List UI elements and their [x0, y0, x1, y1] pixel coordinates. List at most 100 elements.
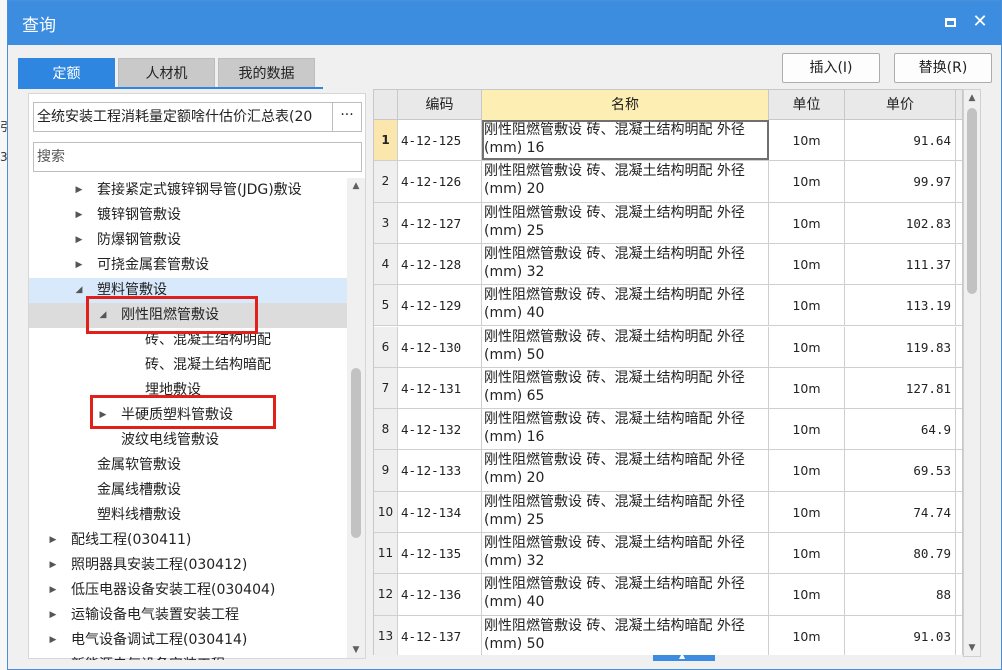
- table-row[interactable]: 1 4-12-125 刚性阻燃管敷设 砖、混凝土结构明配 外径(mm) 16 10m 9…: [374, 120, 962, 162]
- tree-item[interactable]: 金属线槽敷设: [29, 478, 347, 503]
- tab-my-data[interactable]: 我的数据: [218, 58, 315, 88]
- tree-item[interactable]: ▶ 套接紧定式镀锌钢导管(JDG)敷设: [29, 178, 347, 203]
- insert-button[interactable]: 插入(I): [782, 53, 880, 83]
- tree-item[interactable]: ▶ 运输设备电气装置安装工程: [29, 603, 347, 628]
- cell-price: 64.9: [845, 409, 956, 450]
- expand-arrow-icon[interactable]: ▶: [73, 228, 85, 253]
- table-row[interactable]: 11 4-12-135 刚性阻燃管敷设 砖、混凝土结构暗配 外径(mm) 32 10m…: [374, 533, 962, 575]
- library-more-button[interactable]: ···: [332, 102, 362, 132]
- query-dialog: 查询 ✕ 定额 人材机 我的数据 插入(I) 替换(R) 全统安装工程消耗量定额…: [7, 0, 1002, 670]
- table-row[interactable]: 2 4-12-126 刚性阻燃管敷设 砖、混凝土结构明配 外径(mm) 20 10m 9…: [374, 161, 962, 203]
- row-index: 1: [374, 120, 398, 161]
- tree-item-label: 砖、混凝土结构暗配: [145, 357, 271, 373]
- expand-arrow-icon[interactable]: ▶: [73, 203, 85, 228]
- cell-code: 4-12-133: [398, 450, 482, 491]
- tree-item[interactable]: ▶ 低压电器设备安装工程(030404): [29, 578, 347, 603]
- header-code[interactable]: 编码: [398, 90, 482, 120]
- tab-quota[interactable]: 定额: [18, 58, 115, 88]
- scroll-thumb[interactable]: [967, 108, 977, 294]
- highlight-box-rigid: [86, 296, 258, 334]
- header-name[interactable]: 名称: [482, 90, 769, 120]
- cell-name: 刚性阻燃管敷设 砖、混凝土结构暗配 外径(mm) 16: [482, 409, 769, 450]
- tree-item-label: 配线工程(030411): [71, 532, 192, 548]
- expand-arrow-icon[interactable]: ▶: [47, 553, 59, 578]
- expand-arrow-icon[interactable]: ▶: [47, 653, 59, 660]
- cell-price: 102.83: [845, 202, 956, 243]
- chevron-up-icon: ▲: [679, 651, 686, 660]
- cell-code: 4-12-137: [398, 615, 482, 656]
- table-row[interactable]: 10 4-12-134 刚性阻燃管敷设 砖、混凝土结构暗配 外径(mm) 25 10m…: [374, 491, 962, 533]
- header-unit[interactable]: 单位: [769, 90, 845, 120]
- tree-item[interactable]: ▶ 配线工程(030411): [29, 528, 347, 553]
- expand-arrow-icon[interactable]: ▶: [73, 178, 85, 203]
- collapse-arrow-icon[interactable]: ◢: [73, 278, 85, 303]
- row-index: 13: [374, 615, 398, 656]
- tree-item[interactable]: 砖、混凝土结构暗配: [29, 353, 347, 378]
- library-selector[interactable]: 全统安装工程消耗量定额啥什估价汇总表(20: [33, 102, 333, 132]
- table-row[interactable]: 9 4-12-133 刚性阻燃管敷设 砖、混凝土结构暗配 外径(mm) 20 10m 6…: [374, 450, 962, 492]
- quota-grid: 编码 名称 单位 单价 1 4-12-125 刚性阻燃管敷设 砖、混凝土结构明配 外…: [373, 89, 963, 657]
- tree-scrollbar[interactable]: ▲ ▼: [347, 178, 365, 658]
- header-price[interactable]: 单价: [845, 90, 956, 120]
- cell-unit: 10m: [769, 120, 845, 161]
- tree-item[interactable]: 金属软管敷设: [29, 453, 347, 478]
- scroll-thumb[interactable]: [351, 368, 361, 538]
- tree-item-label: 电气设备调试工程(030414): [71, 632, 248, 648]
- cell-name: 刚性阻燃管敷设 砖、混凝土结构明配 外径(mm) 50: [482, 326, 769, 367]
- cell-unit: 10m: [769, 450, 845, 491]
- tree-item[interactable]: ▶ 镀锌钢管敷设: [29, 203, 347, 228]
- grid-scrollbar[interactable]: ▲ ▼: [963, 89, 981, 657]
- expand-arrow-icon[interactable]: ▶: [47, 628, 59, 653]
- dialog-title: 查询: [22, 16, 56, 36]
- table-row[interactable]: 7 4-12-131 刚性阻燃管敷设 砖、混凝土结构明配 外径(mm) 65 10m 1…: [374, 367, 962, 410]
- table-row[interactable]: 12 4-12-136 刚性阻燃管敷设 砖、混凝土结构暗配 外径(mm) 40 10m…: [374, 574, 962, 616]
- expand-arrow-icon[interactable]: ▶: [73, 253, 85, 278]
- table-row[interactable]: 4 4-12-128 刚性阻燃管敷设 砖、混凝土结构明配 外径(mm) 32 10m 1…: [374, 243, 962, 286]
- cell-code: 4-12-132: [398, 409, 482, 450]
- cell-price: 113.19: [845, 285, 956, 326]
- expand-arrow-icon[interactable]: ▶: [47, 603, 59, 628]
- scroll-up-icon[interactable]: ▲: [347, 178, 365, 194]
- tree-item[interactable]: ▶ 电气设备调试工程(030414): [29, 628, 347, 653]
- scroll-down-icon[interactable]: ▼: [964, 640, 980, 656]
- cell-unit: 10m: [769, 243, 845, 285]
- table-row[interactable]: 8 4-12-132 刚性阻燃管敷设 砖、混凝土结构暗配 外径(mm) 16 10m 6…: [374, 409, 962, 451]
- close-icon[interactable]: ✕: [969, 11, 991, 33]
- tree-item-label: 镀锌钢管敷设: [97, 207, 181, 223]
- table-row[interactable]: 5 4-12-129 刚性阻燃管敷设 砖、混凝土结构明配 外径(mm) 40 10m 1…: [374, 285, 962, 327]
- tree-item[interactable]: 塑料线槽敷设: [29, 503, 347, 528]
- cell-code: 4-12-136: [398, 574, 482, 615]
- tree-item-label: 金属软管敷设: [97, 457, 181, 473]
- scroll-up-icon[interactable]: ▲: [964, 90, 980, 106]
- cell-unit: 10m: [769, 491, 845, 532]
- panel-splitter-handle[interactable]: ▲: [653, 651, 715, 661]
- search-input[interactable]: [33, 142, 362, 172]
- scroll-down-icon[interactable]: ▼: [347, 642, 365, 658]
- replace-button[interactable]: 替换(R): [894, 53, 992, 83]
- row-index: 8: [374, 409, 398, 450]
- tree-item-label: 新能源电气设备安装工程: [71, 653, 225, 660]
- expand-arrow-icon[interactable]: ▶: [47, 528, 59, 553]
- maximize-icon[interactable]: [939, 11, 961, 33]
- cell-name: 刚性阻燃管敷设 砖、混凝土结构暗配 外径(mm) 25: [482, 491, 769, 532]
- cell-name: 刚性阻燃管敷设 砖、混凝土结构暗配 外径(mm) 40: [482, 574, 769, 615]
- cell-price: 88: [845, 574, 956, 615]
- table-row[interactable]: 3 4-12-127 刚性阻燃管敷设 砖、混凝土结构明配 外径(mm) 25 10m 1…: [374, 202, 962, 244]
- grid-header: 编码 名称 单位 单价: [374, 90, 962, 120]
- table-row[interactable]: 13 4-12-137 刚性阻燃管敷设 砖、混凝土结构暗配 外径(mm) 50 10m…: [374, 615, 962, 656]
- tree-item-label: 可挠金属套管敷设: [97, 257, 209, 273]
- tree-item-label: 套接紧定式镀锌钢导管(JDG)敷设: [97, 182, 302, 198]
- tree-item-label: 低压电器设备安装工程(030404): [71, 582, 276, 598]
- tree-item[interactable]: 波纹电线管敷设: [29, 428, 347, 453]
- tree-item[interactable]: ▶ 新能源电气设备安装工程: [29, 653, 347, 660]
- title-bar[interactable]: 查询 ✕: [8, 1, 1001, 45]
- table-row[interactable]: 6 4-12-130 刚性阻燃管敷设 砖、混凝土结构明配 外径(mm) 50 10m 1…: [374, 326, 962, 368]
- tree-item[interactable]: ▶ 照明器具安装工程(030412): [29, 553, 347, 578]
- tree-item[interactable]: ▶ 可挠金属套管敷设: [29, 253, 347, 278]
- expand-arrow-icon[interactable]: ▶: [47, 578, 59, 603]
- tab-labor-material-machine[interactable]: 人材机: [118, 58, 215, 88]
- tree-item[interactable]: ▶ 防爆钢管敷设: [29, 228, 347, 253]
- row-index: 11: [374, 533, 398, 574]
- cell-price: 91.03: [845, 615, 956, 656]
- cell-name: 刚性阻燃管敷设 砖、混凝土结构明配 外径(mm) 20: [482, 161, 769, 202]
